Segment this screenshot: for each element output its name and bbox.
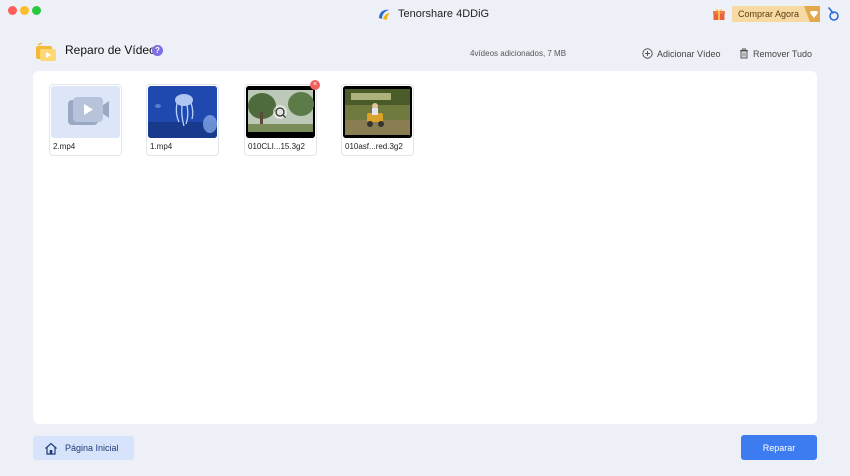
remove-all-label: Remover Tudo (753, 48, 813, 59)
app-title-text: Tenorshare 4DDiG (398, 8, 490, 20)
user-icon[interactable] (826, 6, 840, 22)
add-video-button[interactable]: Adicionar Vídeo (642, 48, 721, 59)
videos-summary: 4vídeos adicionados, 7 MB (470, 49, 567, 58)
video-thumbnail (148, 86, 217, 138)
tree-scene-image (246, 86, 315, 138)
app-title: Tenorshare 4DDiG (376, 5, 489, 23)
remove-video-button[interactable]: × (310, 80, 320, 90)
minimize-window-icon[interactable] (20, 6, 29, 15)
add-video-label: Adicionar Vídeo (657, 48, 721, 59)
buy-now-label: Comprar Agora (738, 9, 800, 19)
video-card[interactable]: × 010CLI...15.3g2 (244, 80, 320, 156)
repair-button[interactable]: Reparar (741, 435, 817, 460)
video-filename: 010asf...red.3g2 (345, 142, 403, 151)
home-button[interactable]: Página Inicial (33, 436, 134, 460)
video-thumbnail (51, 86, 120, 138)
video-thumbnail (246, 86, 315, 138)
video-card[interactable]: 010asf...red.3g2 (341, 84, 414, 156)
app-logo-icon (379, 9, 390, 20)
diamond-icon (804, 6, 820, 22)
video-filename: 2.mp4 (53, 142, 76, 151)
home-label: Página Inicial (65, 443, 119, 453)
trash-icon (740, 48, 748, 59)
page-header: Reparo de Vídeo ? 4vídeos adicionados, 7… (34, 40, 818, 64)
page-title: Reparo de Vídeo (65, 43, 156, 57)
gift-icon[interactable] (712, 7, 726, 21)
close-window-icon[interactable] (8, 6, 17, 15)
jellyfish-image (148, 86, 217, 138)
repair-label: Reparar (762, 442, 796, 453)
video-list-panel: 2.mp4 1.mp4 × 010CLI...15.3g2 010asf...r… (33, 71, 817, 424)
home-icon (45, 442, 57, 455)
video-card[interactable]: 1.mp4 (146, 84, 219, 156)
video-thumbnail (343, 86, 412, 138)
video-filename: 010CLI...15.3g2 (248, 142, 305, 151)
video-filename: 1.mp4 (150, 142, 173, 151)
help-icon[interactable]: ? (152, 45, 163, 56)
add-circle-icon (642, 48, 653, 59)
remove-all-button[interactable]: Remover Tudo (739, 48, 812, 59)
child-on-toy-image (343, 86, 412, 138)
zoom-window-icon[interactable] (32, 6, 41, 15)
video-placeholder-icon (68, 97, 109, 125)
video-card[interactable]: 2.mp4 (49, 84, 122, 156)
video-repair-icon (36, 42, 56, 61)
title-bar: Tenorshare 4DDiG Comprar Agora (0, 0, 850, 28)
